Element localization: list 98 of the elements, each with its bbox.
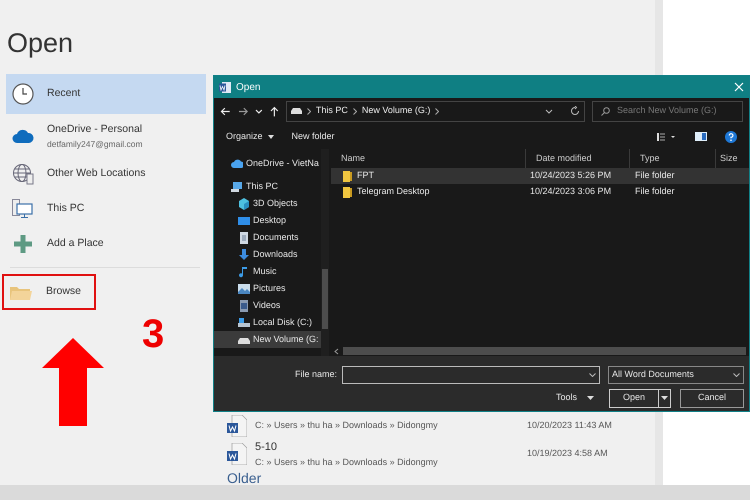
document-icon [238,232,250,244]
nav-item[interactable]: Videos [214,297,321,314]
clock-icon [12,83,34,105]
open-split-button[interactable]: Open [609,388,671,408]
place-item[interactable]: Add a Place [6,226,206,261]
account-email: detfamily247@gmail.com [47,138,143,150]
nav-item[interactable]: OneDrive - VietNa [214,155,321,172]
tools-button[interactable]: Tools [556,391,594,405]
cube-icon [238,198,250,210]
search-icon [601,106,610,116]
place-item[interactable]: Recent [6,74,206,114]
scrollbar[interactable] [320,149,329,356]
section-heading: Older [227,471,262,485]
cloud-icon [12,129,34,143]
nav-item[interactable]: Music [214,263,321,280]
view-options-icon[interactable] [657,132,677,140]
file-name-label: File name: [294,368,337,382]
forward-arrow-icon[interactable] [238,106,248,116]
back-arrow-icon[interactable] [220,106,231,116]
chevron-right-icon [352,108,357,114]
page-title: Open [7,30,74,60]
computer-icon [231,180,243,192]
nav-item[interactable]: Desktop [214,212,321,229]
film-icon [238,300,250,312]
nav-item[interactable]: 3D Objects [214,195,321,212]
cloud-icon [231,158,243,170]
place-item[interactable]: OneDrive - Personal detfamily247@gmail.com [6,116,206,156]
open-button[interactable]: Open [610,390,658,406]
nav-item[interactable]: This PC [214,178,321,195]
place-item[interactable]: This PC [6,191,206,226]
table-cell-text: 10/24/2023 5:26 PM [529,169,612,182]
table-cell-text: File folder [634,185,676,198]
chevron-down-icon[interactable] [545,108,553,114]
nav-item[interactable]: Downloads [214,246,321,263]
word-document-icon [227,443,247,465]
browse-button[interactable]: Browse [2,274,96,310]
place-label: Recent [47,86,80,102]
modified-date: 10/19/2023 4:58 AM [527,447,609,460]
chevron-down-icon [589,373,596,377]
toolbar-button[interactable]: New folder [292,130,335,144]
folder-name: FPT [357,169,374,182]
caret-icon [268,134,274,138]
folder-icon [343,186,352,198]
breadcrumb[interactable]: This PC [316,104,348,118]
search-input: Search New Volume (G:) [617,104,734,118]
file-type-dropdown[interactable]: All Word Documents [608,366,744,384]
file-row[interactable]: FPT 10/24/2023 5:26 PM File folder [331,168,749,184]
file-path: C: » Users » thu ha » Downloads » Didongmy [255,419,439,432]
nav-item[interactable]: Documents [214,229,321,246]
up-arrow-icon [42,338,104,426]
preview-pane-icon[interactable] [695,132,707,141]
disk-icon [238,316,250,328]
address-bar[interactable]: This PC New Volume (G:) [286,100,585,122]
plus-icon [13,234,33,254]
close-icon[interactable] [734,82,744,92]
chevron-right-icon [306,108,311,114]
file-name: 5-10 [255,440,278,455]
caret-icon[interactable] [661,396,668,400]
place-label: Add a Place [47,236,104,251]
breadcrumb[interactable]: New Volume (G:) [362,104,430,118]
desktop-icon [238,214,250,226]
help-icon[interactable] [725,130,737,142]
column-header[interactable]: Size [716,149,749,168]
file-name-field[interactable] [342,366,600,384]
nav-item[interactable]: Local Disk (C:) [214,314,321,331]
place-label: This PC [47,200,84,216]
nav-item[interactable]: Pictures [214,280,321,297]
cancel-button[interactable]: Cancel [680,388,744,408]
up-arrow-icon[interactable] [270,106,279,116]
file-row[interactable]: Telegram Desktop 10/24/2023 3:06 PM File folder [331,184,749,200]
drive-icon [290,108,302,114]
modified-date: 10/20/2023 11:43 AM [527,419,613,432]
search-field[interactable]: Search New Volume (G:) [592,100,743,122]
file-path: C: » Users » thu ha » Downloads » Didongmy [255,456,439,469]
chevron-right-icon [435,108,440,114]
place-label: Other Web Locations [47,166,146,181]
table-cell-text: File folder [634,169,676,182]
music-note-icon [238,266,250,278]
nav-item[interactable]: New Volume (G: [214,331,321,348]
table-cell-text: 10/24/2023 3:06 PM [529,185,612,198]
folder-icon [10,284,32,300]
chevron-down-icon [733,373,740,377]
download-arrow-icon [238,248,250,260]
folder-name: Telegram Desktop [357,185,430,198]
place-item[interactable]: Other Web Locations [6,156,206,191]
computer-icon [12,198,34,218]
word-icon [219,82,231,92]
globe-icon [12,162,34,184]
scroll-left-icon[interactable] [334,348,339,354]
picture-icon [238,282,250,294]
step-number: 3 [142,314,164,354]
folder-icon [343,170,352,182]
dialog-title: Open [236,80,262,94]
word-document-icon [227,415,247,437]
refresh-icon[interactable] [570,106,580,116]
toolbar-button[interactable]: Organize [226,130,274,144]
place-label: OneDrive - Personal [47,122,143,137]
caret-icon [587,396,594,400]
